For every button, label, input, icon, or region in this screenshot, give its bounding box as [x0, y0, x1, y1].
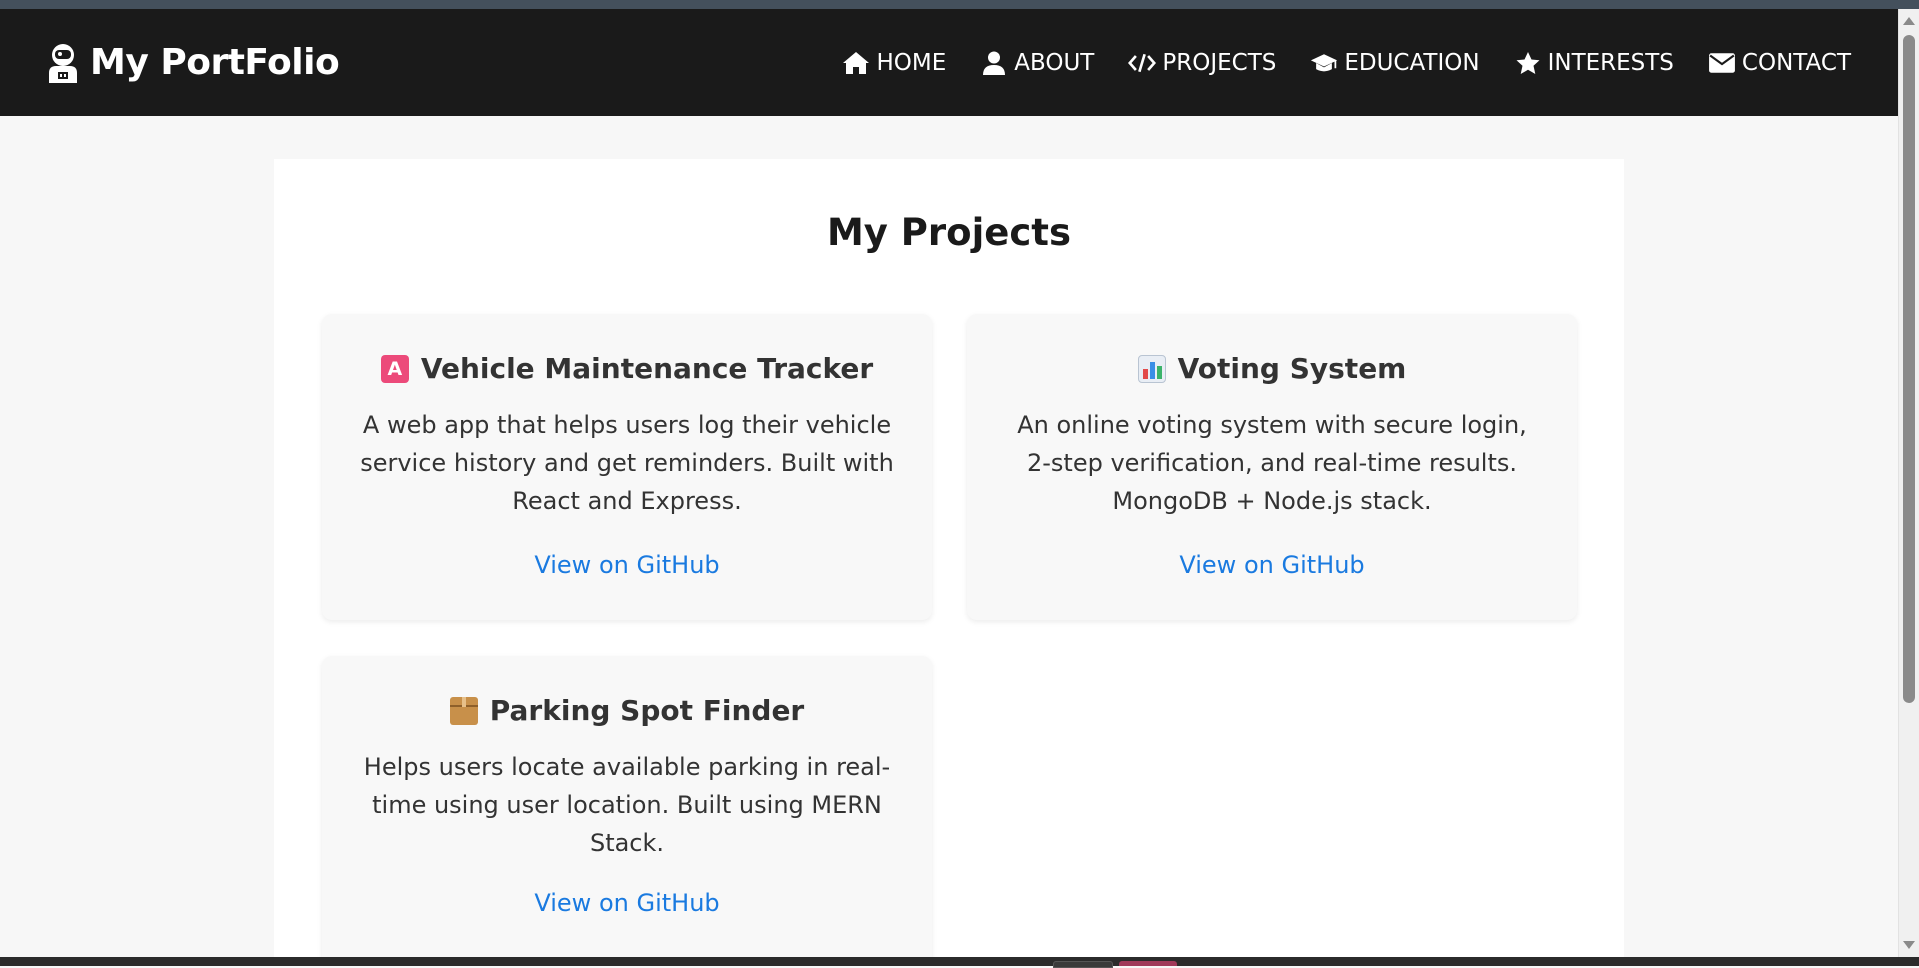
navbar: My PortFolio HOME ABOUT PROJECTS EDUCATI…: [0, 9, 1899, 116]
section-title: My Projects: [826, 211, 1072, 254]
user-icon: [983, 51, 1006, 75]
taskbar-strip: [0, 957, 1919, 966]
project-card: A Vehicle Maintenance Tracker A web app …: [322, 314, 932, 620]
scroll-down-arrow-icon[interactable]: [1903, 941, 1915, 949]
project-description: A web app that helps users log their veh…: [360, 411, 894, 515]
nav-item-contact[interactable]: CONTACT: [1708, 50, 1851, 76]
github-link[interactable]: View on GitHub: [322, 889, 932, 917]
project-title: Voting System: [967, 352, 1577, 385]
nav-item-about[interactable]: ABOUT: [980, 50, 1094, 76]
nav-label-education: EDUCATION: [1344, 49, 1480, 76]
scroll-up-arrow-icon[interactable]: [1903, 17, 1915, 25]
taskbar-item[interactable]: [1119, 961, 1177, 966]
project-title: A Vehicle Maintenance Tracker: [322, 352, 932, 385]
nav-label-about: ABOUT: [1014, 49, 1095, 76]
projects-section: My Projects A Vehicle Maintenance Tracke…: [274, 159, 1624, 957]
github-link[interactable]: View on GitHub: [322, 551, 932, 579]
letter-a-emoji-icon: A: [380, 354, 409, 383]
bar-chart-emoji-icon: [1137, 354, 1166, 383]
astronaut-icon: [49, 43, 77, 83]
graduation-cap-icon: [1311, 53, 1338, 71]
project-description: Helps users locate available parking in …: [363, 753, 891, 857]
project-title-text: Vehicle Maintenance Tracker: [420, 352, 874, 385]
brand[interactable]: My PortFolio: [46, 9, 340, 116]
nav-item-projects[interactable]: PROJECTS: [1128, 50, 1276, 76]
package-emoji-icon: [449, 696, 478, 725]
star-icon: [1516, 51, 1540, 74]
vertical-scrollbar[interactable]: [1898, 9, 1919, 957]
nav-item-interests[interactable]: INTERESTS: [1514, 50, 1674, 76]
github-link[interactable]: View on GitHub: [967, 551, 1577, 579]
taskbar-item[interactable]: [1053, 961, 1113, 968]
scrollbar-thumb[interactable]: [1903, 35, 1915, 703]
brand-title: My PortFolio: [90, 42, 340, 83]
project-card: Parking Spot Finder Helps users locate a…: [322, 656, 932, 957]
project-card: Voting System An online voting system wi…: [967, 314, 1577, 620]
project-title-text: Parking Spot Finder: [489, 694, 805, 727]
project-title: Parking Spot Finder: [322, 694, 932, 727]
nav-item-home[interactable]: HOME: [842, 50, 946, 76]
nav-links: HOME ABOUT PROJECTS EDUCATION INTERESTS …: [842, 9, 1851, 116]
home-icon: [843, 51, 870, 74]
code-icon: [1128, 53, 1157, 72]
project-title-text: Voting System: [1177, 352, 1407, 385]
nav-label-projects: PROJECTS: [1162, 49, 1277, 76]
nav-item-education[interactable]: EDUCATION: [1310, 49, 1480, 76]
nav-label-contact: CONTACT: [1741, 49, 1851, 76]
envelope-icon: [1708, 52, 1735, 73]
window-top-strip: [0, 0, 1919, 9]
project-description: An online voting system with secure logi…: [1017, 411, 1527, 515]
nav-label-interests: INTERESTS: [1547, 49, 1674, 76]
nav-label-home: HOME: [876, 49, 947, 76]
